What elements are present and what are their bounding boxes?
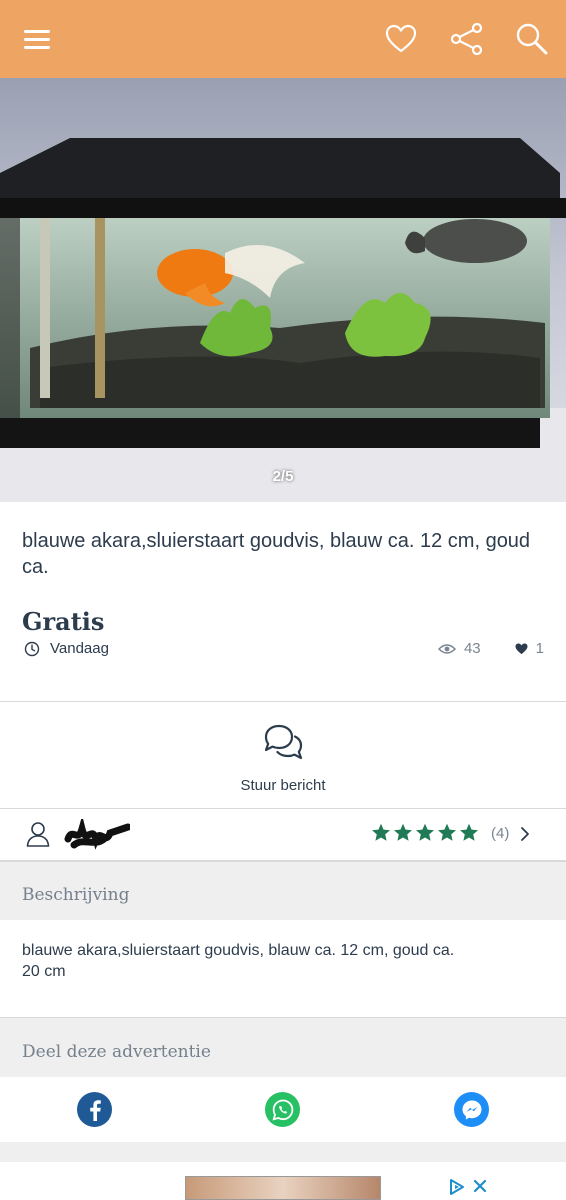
star-icon: [416, 823, 434, 841]
eye-icon: [437, 643, 456, 654]
messenger-icon: [462, 1100, 481, 1119]
chat-bubbles-icon: [264, 724, 303, 760]
heart-filled-icon: [515, 642, 528, 654]
messenger-share-button[interactable]: [454, 1092, 489, 1127]
heart-icon: [385, 24, 417, 53]
search-icon: [516, 23, 548, 55]
description-line: 20 cm: [22, 963, 66, 980]
menu-button[interactable]: [16, 17, 60, 61]
whatsapp-share-button[interactable]: [265, 1092, 300, 1127]
description-text: blauwe akara,sluierstaart goudvis, blauw…: [22, 940, 542, 982]
redacted-seller-name: [64, 819, 130, 850]
menu-icon: [24, 30, 50, 49]
description-line: blauwe akara,sluierstaart goudvis, blauw…: [22, 942, 455, 959]
star-icon: [394, 823, 412, 841]
ad-image[interactable]: [185, 1176, 381, 1200]
listing-stats: 43 1: [437, 640, 544, 657]
send-message-button[interactable]: Stuur bericht: [0, 702, 566, 808]
search-button[interactable]: [510, 17, 554, 61]
views-count: 43: [463, 640, 481, 657]
clock-icon: [24, 641, 40, 656]
share-heading: Deel deze advertentie: [22, 1042, 211, 1062]
listing-photo[interactable]: 2/5: [0, 78, 566, 502]
ad-controls: [448, 1178, 488, 1196]
chevron-right-icon: [521, 827, 529, 841]
star-icon: [438, 823, 456, 841]
footer-spacer: [0, 1142, 566, 1162]
send-message-label: Stuur bericht: [240, 777, 326, 794]
seller-row[interactable]: (4): [0, 809, 566, 861]
facebook-share-button[interactable]: [77, 1092, 112, 1127]
listing-title: blauwe akara,sluierstaart goudvis, blauw…: [22, 530, 531, 578]
description-heading-bar: Beschrijving: [0, 862, 566, 920]
rating-stars: [371, 823, 479, 842]
photo-counter: 2/5: [272, 468, 294, 485]
top-app-bar: [0, 0, 566, 78]
star-icon: [372, 823, 390, 841]
favorite-button[interactable]: [379, 17, 423, 61]
close-icon[interactable]: [472, 1178, 488, 1194]
whatsapp-icon: [272, 1099, 293, 1120]
share-buttons: [0, 1077, 566, 1141]
aquarium-image: [0, 138, 566, 502]
rating-count: (4): [491, 825, 510, 842]
share-icon: [450, 23, 483, 55]
user-icon: [26, 822, 50, 847]
share-button[interactable]: [445, 17, 489, 61]
favorites-count: 1: [535, 640, 544, 657]
listing-price: Gratis: [22, 607, 105, 636]
date-label: Vandaag: [50, 640, 109, 657]
ad-banner[interactable]: [0, 1162, 566, 1200]
ad-choices-icon[interactable]: [448, 1178, 466, 1196]
listing-date: Vandaag: [24, 640, 109, 657]
star-icon: [460, 823, 478, 841]
share-heading-bar: Deel deze advertentie: [0, 1018, 566, 1077]
facebook-icon: [89, 1099, 101, 1121]
description-heading: Beschrijving: [22, 885, 130, 905]
